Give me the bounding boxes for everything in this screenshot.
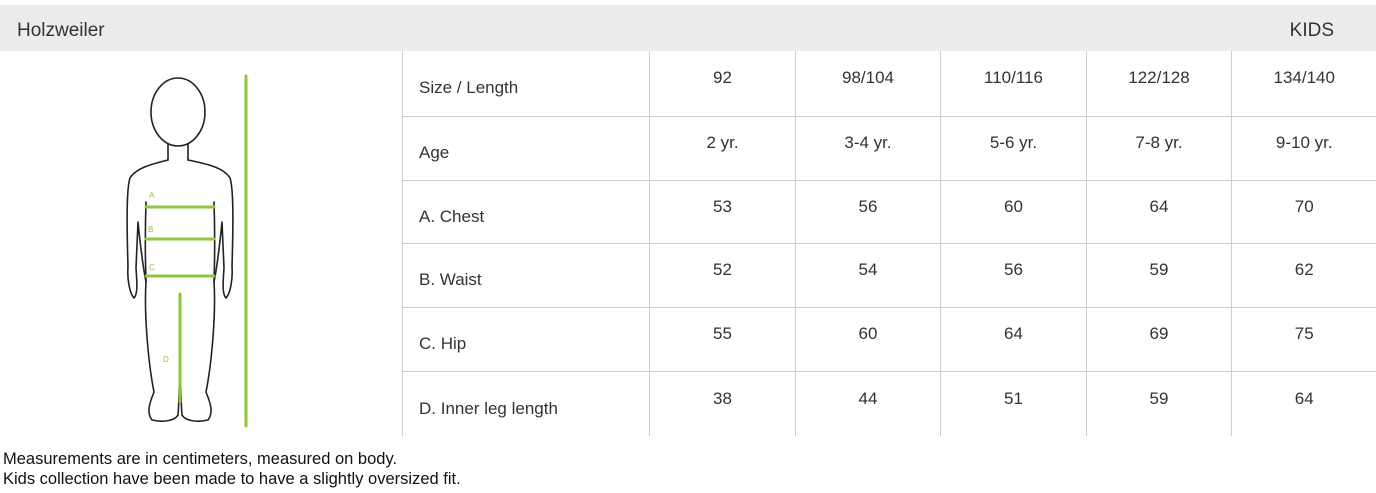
table-cell: 60 (795, 306, 941, 372)
row-label: B. Waist (402, 242, 650, 308)
table-cell: 55 (649, 306, 796, 372)
row-label: D. Inner leg length (402, 370, 650, 436)
table-cell: 2 yr. (649, 115, 796, 181)
table-cell: 5-6 yr. (940, 115, 1087, 181)
table-cell: 64 (940, 306, 1087, 372)
column-header: 122/128 (1086, 51, 1232, 117)
row-label: A. Chest (402, 179, 650, 244)
figure-inner-arms (144, 201, 216, 283)
footnote-fit: Kids collection have been made to have a… (3, 470, 461, 488)
table-cell: 59 (1086, 370, 1232, 436)
table-cell: 60 (940, 179, 1087, 244)
table-row-waist: B. Waist 52 54 56 59 62 (402, 242, 1376, 308)
table-cell: 64 (1086, 179, 1232, 244)
label-d: D (163, 355, 169, 364)
table-row-chest: A. Chest 53 56 60 64 70 (402, 179, 1376, 244)
table-cell: 56 (940, 242, 1087, 308)
table-header-row: Size / Length 92 98/104 110/116 122/128 … (402, 51, 1376, 117)
column-header: 92 (649, 51, 796, 117)
table-cell: 7-8 yr. (1086, 115, 1232, 181)
label-b: B (148, 225, 153, 234)
label-c: C (149, 263, 155, 272)
column-header: 98/104 (795, 51, 941, 117)
table-cell: 70 (1231, 179, 1376, 244)
table-row-inner-leg: D. Inner leg length 38 44 51 59 64 (402, 370, 1376, 436)
column-header: 134/140 (1231, 51, 1376, 117)
footnote-measurements: Measurements are in centimeters, measure… (3, 450, 398, 468)
body-measurement-figure: A B C D (126, 74, 248, 428)
table-cell: 56 (795, 179, 941, 244)
table-cell: 44 (795, 370, 941, 436)
table-cell: 52 (649, 242, 796, 308)
table-cell: 38 (649, 370, 796, 436)
table-cell: 62 (1231, 242, 1376, 308)
table-row-age: Age 2 yr. 3-4 yr. 5-6 yr. 7-8 yr. 9-10 y… (402, 115, 1376, 181)
table-cell: 75 (1231, 306, 1376, 372)
brand-name: Holzweiler (17, 20, 105, 41)
footnotes: Measurements are in centimeters, measure… (3, 449, 461, 489)
size-chart-table: Size / Length 92 98/104 110/116 122/128 … (402, 51, 1376, 436)
category-label: KIDS (1289, 20, 1334, 41)
figure-head (150, 77, 206, 147)
table-cell: 51 (940, 370, 1087, 436)
table-cell: 59 (1086, 242, 1232, 308)
table-cell: 3-4 yr. (795, 115, 941, 181)
label-a: A (149, 191, 155, 200)
column-header-size: Size / Length (402, 51, 650, 117)
row-label: Age (402, 115, 650, 181)
table-cell: 54 (795, 242, 941, 308)
header-bar (0, 5, 1376, 51)
table-cell: 53 (649, 179, 796, 244)
column-header: 110/116 (940, 51, 1087, 117)
table-row-hip: C. Hip 55 60 64 69 75 (402, 306, 1376, 372)
row-label: C. Hip (402, 306, 650, 372)
table-cell: 64 (1231, 370, 1376, 436)
table-cell: 9-10 yr. (1231, 115, 1376, 181)
table-cell: 69 (1086, 306, 1232, 372)
